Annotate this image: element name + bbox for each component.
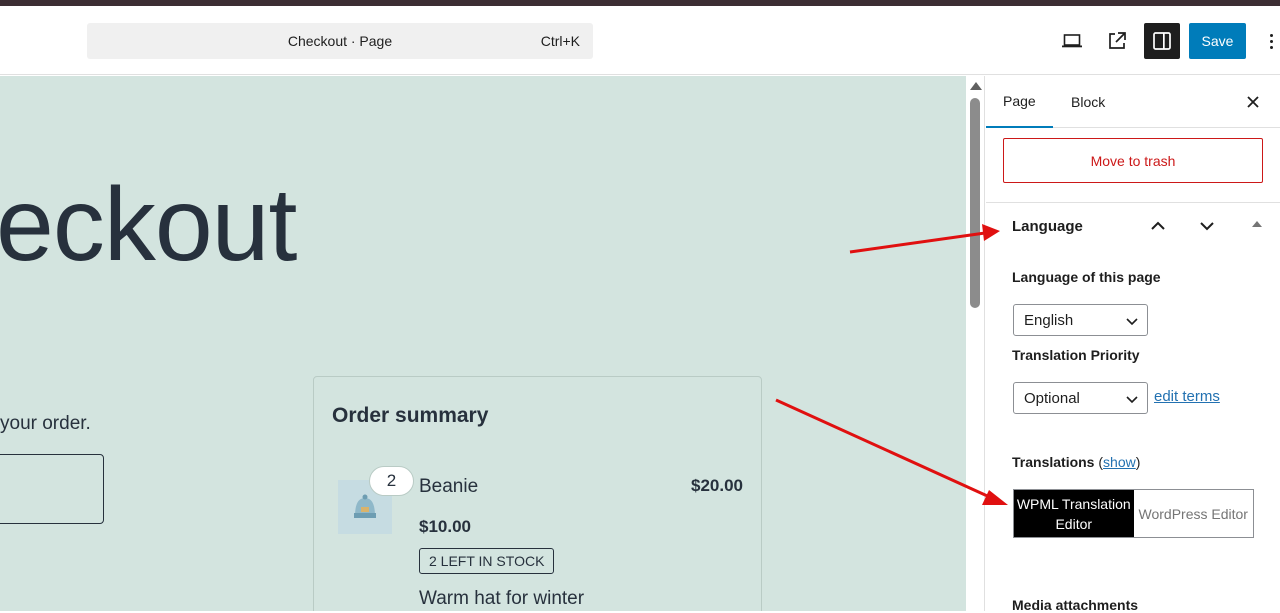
move-to-trash-button[interactable]: Move to trash (1003, 138, 1263, 183)
line-total: $20.00 (691, 476, 743, 495)
product-name: Beanie (419, 476, 479, 497)
settings-sidebar-toggle[interactable] (1144, 23, 1180, 59)
translation-editor-toggle: WPML Translation Editor WordPress Editor (1013, 489, 1254, 538)
translations-label-text: Translations (1012, 454, 1095, 470)
scroll-thumb[interactable] (970, 98, 980, 308)
close-icon (1247, 96, 1259, 108)
edit-terms-link[interactable]: edit terms (1154, 388, 1220, 405)
scroll-up-arrow[interactable] (970, 82, 982, 90)
translation-priority-select[interactable]: Optional (1013, 382, 1148, 414)
canvas-scrollbar[interactable] (966, 76, 985, 611)
order-summary-heading: Order summary (332, 404, 489, 427)
language-select[interactable]: English (1013, 304, 1148, 336)
chevron-down-icon (1126, 318, 1138, 326)
external-link-icon (1109, 32, 1126, 49)
translation-priority-label: Translation Priority (1012, 347, 1140, 363)
more-options-button[interactable] (1262, 23, 1280, 59)
laptop-icon (1062, 34, 1082, 48)
sidebar-tabs: Page Block (986, 76, 1280, 128)
show-translations-link[interactable]: show (1103, 454, 1136, 470)
priority-select-value: Optional (1024, 389, 1080, 407)
collapse-panel-toggle[interactable] (1252, 221, 1262, 227)
editor-canvas[interactable]: eckout your order. Order summary 2 Beani… (0, 76, 966, 611)
chevron-down-icon (1200, 222, 1214, 231)
language-panel-title[interactable]: Language (1012, 218, 1083, 235)
close-sidebar-button[interactable] (1241, 90, 1265, 114)
chevron-down-icon (1126, 396, 1138, 404)
more-vertical-icon (1269, 33, 1273, 37)
command-palette-button[interactable]: Checkout · Page Ctrl+K (87, 23, 593, 59)
sidebar-toggle-icon (1153, 32, 1171, 50)
save-button[interactable]: Save (1189, 23, 1246, 59)
editor-header: Checkout · Page Ctrl+K Save (0, 6, 1280, 75)
translations-label: Translations (show) (1012, 454, 1141, 470)
wpml-translation-editor-option[interactable]: WPML Translation Editor (1014, 490, 1134, 537)
move-panel-down-button[interactable] (1195, 214, 1219, 238)
command-label: Checkout · Page (287, 33, 393, 49)
panel-divider (986, 202, 1280, 203)
settings-sidebar: Page Block Move to trash Language Langua… (986, 76, 1280, 613)
order-summary-block[interactable]: Order summary 2 Beanie $20.00 $10.00 2 L… (313, 376, 762, 611)
view-page-button[interactable] (1099, 23, 1135, 59)
beanie-image-icon (354, 494, 376, 518)
device-preview-button[interactable] (1054, 23, 1090, 59)
order-intro-text: your order. (0, 413, 91, 434)
command-shortcut: Ctrl+K (540, 33, 580, 49)
language-label: Language of this page (1012, 269, 1161, 285)
tab-page[interactable]: Page (986, 76, 1053, 128)
quantity-badge: 2 (369, 466, 414, 496)
language-select-value: English (1024, 311, 1074, 329)
chevron-up-icon (1151, 221, 1165, 230)
page-title[interactable]: eckout (0, 166, 297, 285)
move-panel-up-button[interactable] (1146, 214, 1170, 238)
unit-price: $10.00 (419, 517, 471, 536)
checkout-input-field[interactable] (0, 454, 104, 524)
stock-badge: 2 LEFT IN STOCK (419, 548, 555, 574)
tab-block[interactable]: Block (1054, 76, 1122, 128)
product-description: Warm hat for winter (419, 588, 585, 609)
wordpress-editor-option[interactable]: WordPress Editor (1134, 490, 1254, 537)
